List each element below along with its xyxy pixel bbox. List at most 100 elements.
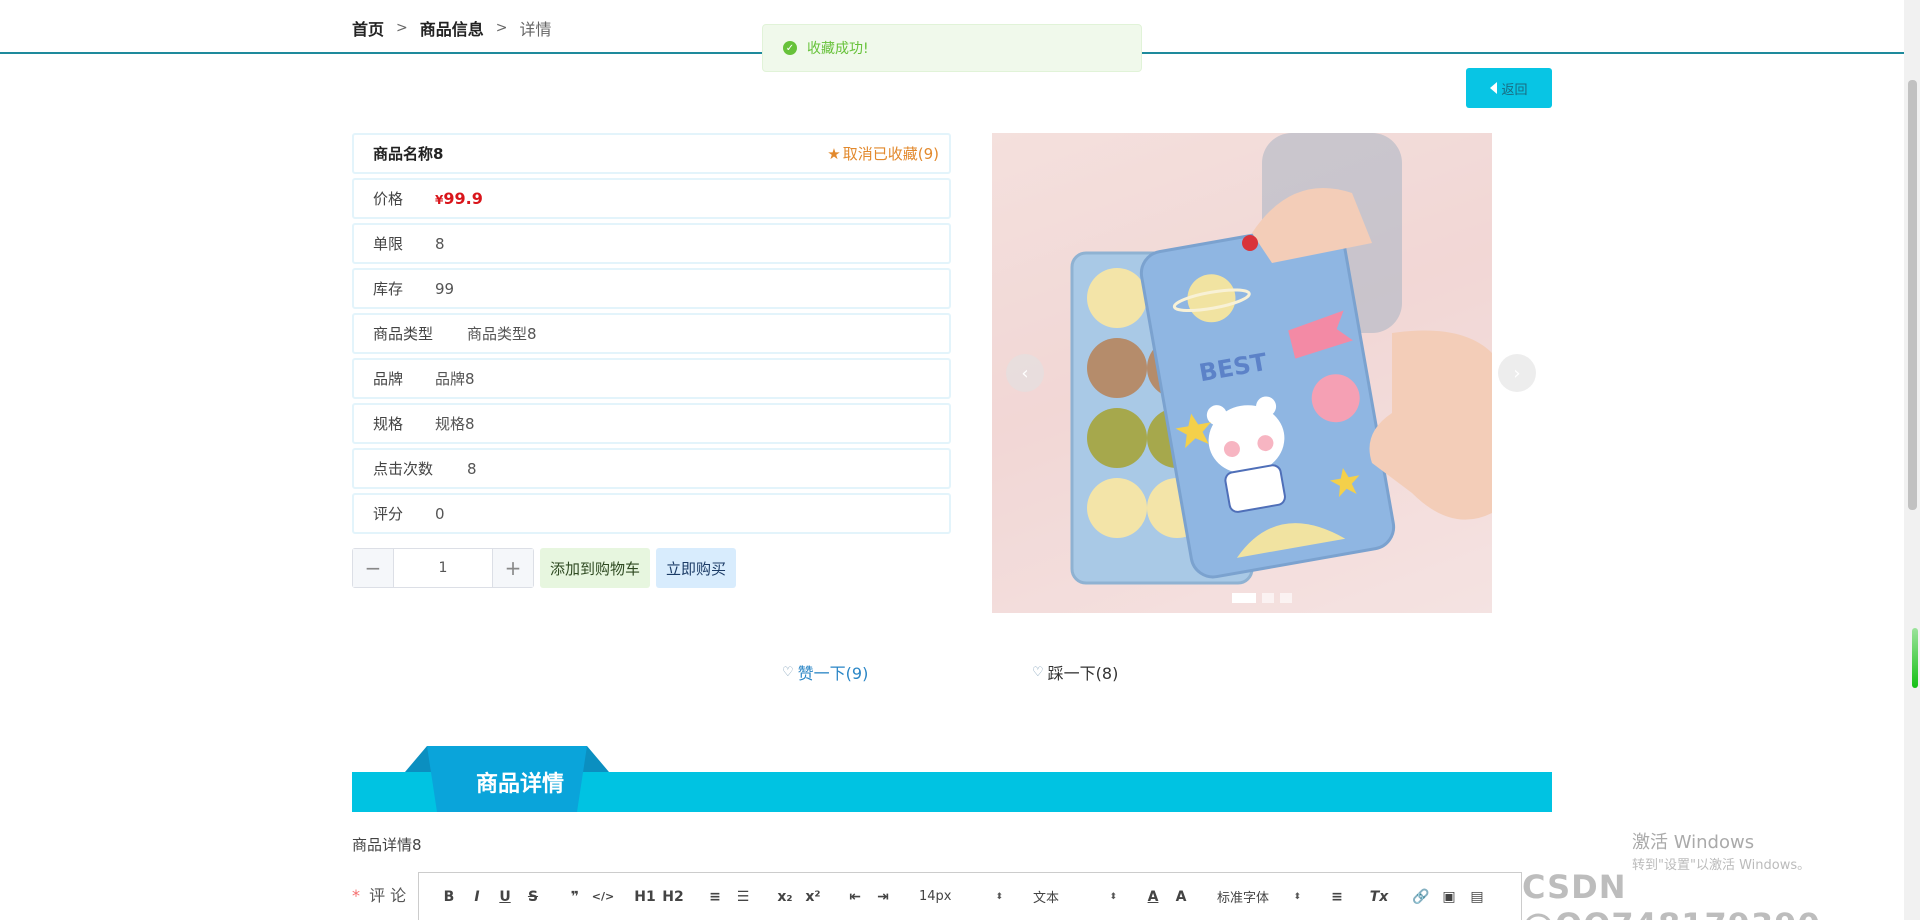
- dislike-label: 踩一下(8): [1047, 664, 1119, 683]
- chevron-updown-icon: ⬍: [1109, 891, 1117, 902]
- check-circle-icon: ✓: [783, 41, 797, 55]
- carousel-prev-button[interactable]: ‹: [1006, 354, 1044, 392]
- rating-row: 评分 0: [352, 493, 951, 534]
- success-toast: ✓ 收藏成功!: [762, 24, 1142, 72]
- h1-button[interactable]: H1: [631, 889, 659, 905]
- bold-button[interactable]: B: [435, 889, 463, 905]
- dislike-button[interactable]: ♡ 踩一下(8): [1032, 660, 1118, 684]
- comment-label-text: 评 论: [369, 886, 407, 905]
- carousel-dot[interactable]: [1262, 593, 1274, 603]
- required-mark: *: [352, 886, 360, 905]
- breadcrumb-current: 详情: [519, 20, 552, 39]
- bullet-list-button[interactable]: ☰: [729, 889, 757, 905]
- chevron-updown-icon: ⬍: [995, 891, 1003, 902]
- brand-row: 品牌 品牌8: [352, 358, 951, 399]
- product-info-panel: 商品名称8 ★ 取消已收藏(9) 价格 ¥99.9 单限 8 库存 99 商品类…: [352, 133, 951, 538]
- breadcrumb-home[interactable]: 首页: [352, 16, 384, 40]
- csdn-watermark: CSDN @QQ748179390: [1522, 868, 1820, 920]
- font-family-select[interactable]: 标准字体 ⬍: [1209, 887, 1309, 906]
- add-to-cart-button[interactable]: 添加到购物车: [540, 548, 651, 588]
- activate-windows-watermark: 激活 Windows: [1632, 832, 1755, 853]
- breadcrumb-separator: >: [396, 20, 408, 36]
- detail-text: 商品详情8: [352, 836, 422, 854]
- price-value: ¥99.9: [435, 189, 483, 208]
- video-icon[interactable]: ▤: [1463, 889, 1491, 905]
- ordered-list-button[interactable]: ≡: [701, 889, 729, 905]
- caret-left-icon: [1490, 82, 1498, 94]
- page-scrollbar[interactable]: [1904, 0, 1920, 920]
- blockquote-button[interactable]: ❞: [561, 889, 589, 905]
- breadcrumb-separator: >: [495, 20, 508, 36]
- strike-button[interactable]: S: [519, 889, 547, 905]
- code-button[interactable]: </>: [589, 890, 617, 903]
- image-icon[interactable]: ▣: [1435, 889, 1463, 905]
- field-label: 评分: [373, 505, 404, 523]
- chevron-updown-icon: ⬍: [1293, 891, 1301, 902]
- star-icon: ★: [827, 144, 841, 163]
- scrollbar-thumb[interactable]: [1908, 80, 1917, 510]
- outdent-button[interactable]: ⇤: [841, 889, 869, 905]
- field-label: 单限: [373, 235, 404, 253]
- product-image-carousel[interactable]: BEST: [992, 133, 1492, 613]
- editor-toolbar: B I U S ❞ </> H1 H2 ≡ ☰ x₂ x² ⇤ ⇥ 14px ⬍ …: [418, 872, 1522, 920]
- underline-button[interactable]: U: [491, 889, 519, 905]
- font-size-select[interactable]: 14px ⬍: [911, 889, 1011, 904]
- background-color-icon[interactable]: A: [1167, 889, 1195, 905]
- scroll-progress-indicator: [1912, 628, 1918, 688]
- field-value: 99: [435, 279, 455, 298]
- field-value: 0: [435, 504, 445, 523]
- category-row: 商品类型 商品类型8: [352, 313, 951, 354]
- breadcrumb-section[interactable]: 商品信息: [420, 16, 484, 40]
- clear-format-button[interactable]: Tx: [1365, 889, 1393, 905]
- carousel-next-button[interactable]: ›: [1498, 354, 1536, 392]
- page: 首页 > 商品信息 > 详情 ✓ 收藏成功! 返回 商品名称8 ★ 取消已收藏(…: [0, 0, 1920, 920]
- carousel-dot[interactable]: [1232, 593, 1256, 603]
- h2-button[interactable]: H2: [659, 889, 687, 905]
- indent-button[interactable]: ⇥: [869, 889, 897, 905]
- field-value: 商品类型8: [467, 325, 537, 343]
- field-value: 规格8: [435, 415, 475, 433]
- like-button[interactable]: ♡ 赞一下(9): [782, 660, 868, 684]
- field-label: 点击次数: [373, 460, 434, 478]
- quantity-input[interactable]: [393, 549, 493, 587]
- subscript-button[interactable]: x₂: [771, 889, 799, 905]
- font-color-icon[interactable]: A: [1139, 889, 1167, 905]
- italic-button[interactable]: I: [463, 889, 491, 905]
- field-value: 8: [467, 459, 477, 478]
- cart-controls: − + 添加到购物车 立即购买: [352, 548, 737, 588]
- product-name: 商品名称8: [373, 145, 444, 163]
- product-image: BEST: [992, 133, 1492, 613]
- thumbs-up-icon: ♡: [782, 664, 794, 680]
- carousel-indicators: [1232, 593, 1292, 603]
- field-label: 库存: [373, 280, 404, 298]
- carousel-dot[interactable]: [1280, 593, 1292, 603]
- limit-row: 单限 8: [352, 223, 951, 264]
- price-row: 价格 ¥99.9: [352, 178, 951, 219]
- spec-row: 规格 规格8: [352, 403, 951, 444]
- field-label: 规格: [373, 415, 404, 433]
- increment-button[interactable]: +: [493, 549, 533, 587]
- favorite-toggle[interactable]: ★ 取消已收藏(9): [827, 143, 939, 164]
- stock-row: 库存 99: [352, 268, 951, 309]
- detail-section-title: 商品详情: [475, 772, 564, 797]
- link-icon[interactable]: 🔗: [1407, 889, 1435, 905]
- like-label: 赞一下(9): [797, 664, 869, 683]
- favorite-label: 取消已收藏(9): [842, 145, 939, 163]
- field-value: 品牌8: [435, 370, 475, 388]
- toast-message: 收藏成功!: [807, 41, 869, 57]
- breadcrumb: 首页 > 商品信息 > 详情: [352, 16, 552, 40]
- thumbs-down-icon: ♡: [1032, 664, 1044, 680]
- superscript-button[interactable]: x²: [799, 889, 827, 905]
- decrement-button[interactable]: −: [353, 549, 393, 587]
- block-type-select[interactable]: 文本 ⬍: [1025, 887, 1125, 906]
- align-button[interactable]: ≡: [1323, 889, 1351, 905]
- quantity-stepper: − +: [352, 548, 534, 588]
- clicks-row: 点击次数 8: [352, 448, 951, 489]
- back-button-label: 返回: [1501, 81, 1528, 97]
- field-label: 商品类型: [373, 325, 434, 343]
- comment-label: * 评 论: [352, 882, 406, 906]
- buy-now-button[interactable]: 立即购买: [656, 548, 737, 588]
- back-button[interactable]: 返回: [1466, 68, 1552, 108]
- field-label: 品牌: [373, 370, 404, 388]
- field-label: 价格: [373, 190, 404, 208]
